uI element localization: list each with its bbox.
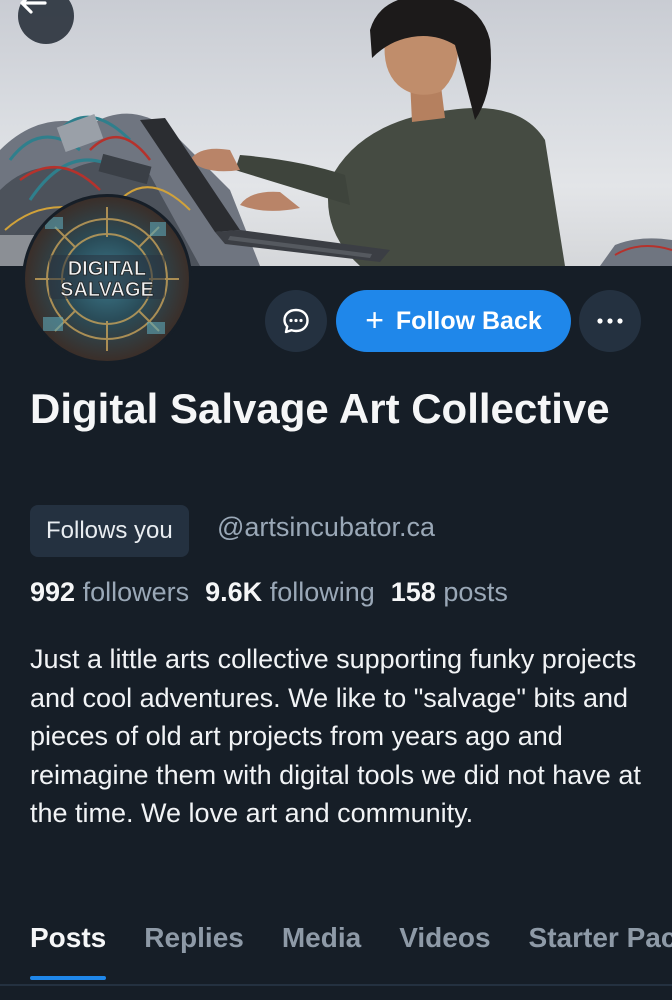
following-label: following: [269, 577, 375, 607]
followers-stat[interactable]: 992 followers: [30, 577, 189, 608]
posts-count: 158: [390, 577, 436, 607]
profile-screen: DIGITAL SALVAGE + Follow Back Digital Sa…: [0, 0, 672, 1000]
follow-back-button[interactable]: + Follow Back: [336, 290, 571, 352]
tab-replies[interactable]: Replies: [144, 912, 244, 982]
followers-label: followers: [82, 577, 190, 607]
plus-icon: +: [365, 301, 384, 338]
posts-label: posts: [443, 577, 508, 607]
tab-label: Media: [281, 922, 362, 953]
tab-label: Replies: [144, 922, 244, 953]
followers-count: 992: [30, 577, 76, 607]
svg-text:SALVAGE: SALVAGE: [60, 279, 154, 301]
active-tab-indicator: [30, 976, 107, 980]
tabs-divider: [0, 984, 672, 986]
message-button[interactable]: [265, 290, 327, 352]
tab-posts[interactable]: Posts: [30, 912, 107, 982]
following-stat[interactable]: 9.6K following: [205, 577, 375, 608]
follow-back-label: Follow Back: [395, 306, 542, 335]
tab-media[interactable]: Media: [282, 912, 361, 982]
follows-you-badge: Follows you: [30, 505, 189, 557]
profile-handle: @artsincubator.ca: [217, 512, 436, 542]
following-count: 9.6K: [205, 577, 263, 607]
more-options-button[interactable]: [579, 290, 641, 352]
ellipsis-icon: [597, 318, 623, 324]
tab-label: Posts: [30, 922, 107, 953]
svg-text:DIGITAL: DIGITAL: [68, 258, 147, 280]
tab-videos[interactable]: Videos: [399, 912, 490, 982]
profile-stats: 992 followers 9.6K following 158 posts: [30, 577, 508, 608]
chat-bubble-icon: [283, 308, 309, 334]
avatar[interactable]: DIGITAL SALVAGE: [22, 194, 192, 364]
profile-bio: Just a little arts collective supporting…: [30, 644, 641, 828]
profile-tabs: Posts Replies Media Videos Starter Packs: [0, 912, 672, 982]
tab-starter-packs[interactable]: Starter Packs: [529, 912, 672, 982]
display-name: Digital Salvage Art Collective: [30, 385, 610, 432]
arrow-left-icon: [20, 0, 47, 14]
posts-stat: 158 posts: [391, 577, 508, 608]
tab-label: Videos: [399, 922, 491, 953]
tab-label: Starter Packs: [528, 922, 672, 953]
avatar-logo: DIGITAL SALVAGE: [35, 207, 179, 351]
